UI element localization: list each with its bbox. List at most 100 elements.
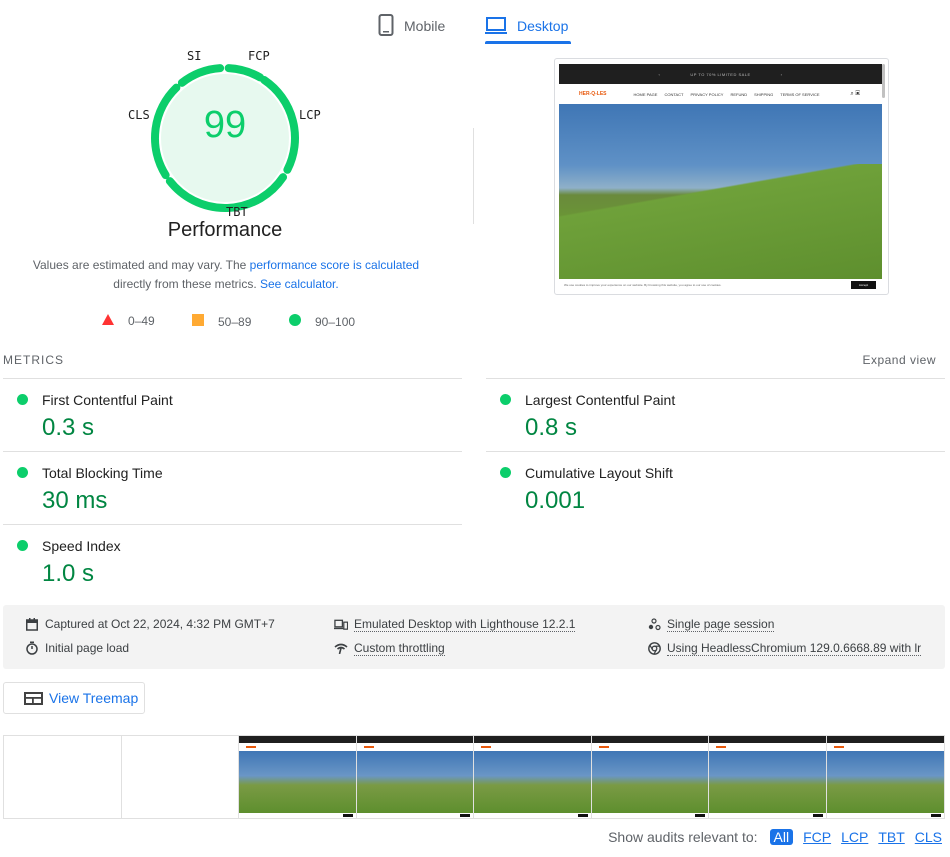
legend-range: 0–49 [128,314,155,328]
divider [473,128,474,224]
score-description: Values are estimated and may vary. The p… [20,256,432,294]
score-calc-link[interactable]: performance score is calculated [250,258,419,272]
captured-at: Captured at Oct 22, 2024, 4:32 PM GMT+7 [25,617,275,631]
gauge-label-lcp: LCP [299,108,321,122]
session-icon [647,618,661,632]
see-calculator-link[interactable]: See calculator. [260,277,339,291]
legend-range: 50–89 [218,314,252,329]
filmstrip-frame [474,736,592,818]
view-treemap-button[interactable]: View Treemap [3,682,145,714]
filter-lcp[interactable]: LCP [841,829,868,845]
filter-tbt[interactable]: TBT [878,829,904,845]
filmstrip-frame [826,736,944,818]
performance-score: 99 [203,104,247,146]
treemap-icon [24,691,43,705]
preview-nav-links: HOME PAGE CONTACT PRIVACY POLICY REFUND SHIP… [634,92,820,97]
tab-mobile-label: Mobile [404,18,446,34]
emulated-device[interactable]: Emulated Desktop with Lighthouse 12.2.1 [334,617,576,632]
description-text: Values are estimated and may vary. The [32,258,250,272]
filter-all[interactable]: All [769,829,794,845]
preview-nav-link: CONTACT [664,91,684,97]
tab-mobile[interactable]: Mobile [378,8,445,44]
preview-nav-link: PRIVACY POLICY [690,91,724,97]
pass-circle-icon [17,467,28,478]
pass-circle-icon [500,394,511,405]
preview-accept: Accept [851,281,876,289]
metric-fcp: First Contentful Paint 0.3 s [3,378,462,451]
browser-text: Using HeadlessChromium 129.0.6668.89 wit… [667,641,922,656]
metric-value: 0.001 [525,487,586,514]
metrics-header: METRICS [3,353,64,367]
captured-text: Captured at Oct 22, 2024, 4:32 PM GMT+7 [45,617,275,631]
runtime-settings: Captured at Oct 22, 2024, 4:32 PM GMT+7 … [3,605,945,669]
timer-icon [25,641,39,655]
audit-filter: Show audits relevant to: All FCP LCP TBT… [608,829,942,845]
laptop-icon [485,16,507,37]
preview-nav: HER-Q-LES HOME PAGE CONTACT PRIVACY POLICY… [559,84,882,104]
metric-name: Total Blocking Time [42,465,163,481]
preview-logo: HER-Q-LES [579,91,607,97]
metric-si: Speed Index 1.0 s [3,524,462,597]
session-type[interactable]: Single page session [647,617,775,632]
metric-tbt: Total Blocking Time 30 ms [3,451,462,524]
legend-average: 50–89 [192,314,251,329]
preview-nav-link: SHIPPING [754,91,774,97]
audit-filter-label: Show audits relevant to: [608,829,758,845]
view-treemap-label: View Treemap [49,690,139,706]
preview-nav-link: TERMS OF SERVICE [780,91,820,97]
expand-view-toggle[interactable]: Expand view [862,353,936,367]
triangle-icon [102,314,114,328]
tab-desktop[interactable]: Desktop [485,8,568,44]
metric-name: Cumulative Layout Shift [525,465,673,481]
filmstrip-frame [4,736,122,818]
final-screenshot[interactable]: ‹ UP TO 70% LIMITED SALE › HER-Q-LES HOME … [554,58,889,295]
metric-value: 0.8 s [525,414,578,441]
square-icon [192,314,204,329]
filmstrip-frame [356,736,474,818]
preview-nav-link: HOME PAGE [633,91,658,97]
metric-name: Speed Index [42,538,121,554]
description-text-2: directly from these metrics. [113,277,260,291]
legend-range: 90–100 [315,314,356,329]
phone-icon [378,13,394,39]
emulated-text: Emulated Desktop with Lighthouse 12.2.1 [354,617,576,632]
metric-value: 0.3 s [42,414,95,441]
filter-cls[interactable]: CLS [915,829,942,845]
active-tab-indicator [485,41,571,44]
metric-value: 30 ms [42,487,108,514]
filmstrip-frame [121,736,239,818]
circle-icon [289,314,301,329]
preview-search-cart-icon: ⌕ ▣ [850,90,860,97]
filter-fcp[interactable]: FCP [803,829,831,845]
initial-load-text: Initial page load [45,641,130,655]
throttling-text: Custom throttling [354,641,445,656]
session-text: Single page session [667,617,775,632]
preview-scrollbar [882,64,885,98]
metric-value: 1.0 s [42,560,95,587]
legend-fail: 0–49 [102,314,155,328]
browser-info[interactable]: Using HeadlessChromium 129.0.6668.89 wit… [647,641,922,656]
pass-circle-icon [500,467,511,478]
initial-page-load: Initial page load [25,641,129,655]
preview-cookie-bar: We use cookies to improve your experienc… [559,279,882,291]
throttling[interactable]: Custom throttling [334,641,445,656]
preview-cookie-text: We use cookies to improve your experienc… [564,283,722,287]
preview-nav-link: REFUND [730,91,748,97]
preview-hero-image [559,104,882,279]
legend-pass: 90–100 [289,314,355,329]
pass-circle-icon [17,394,28,405]
tab-desktop-label: Desktop [517,18,569,34]
gauge-label-tbt: TBT [226,205,248,219]
metric-lcp: Largest Contentful Paint 0.8 s [486,378,945,451]
pass-circle-icon [17,540,28,551]
preview-banner-text: UP TO 70% LIMITED SALE [690,71,751,77]
gauge-label-si: SI [187,49,202,63]
filmstrip-frame [239,736,357,818]
filmstrip-frame [591,736,709,818]
devices-icon [334,618,348,632]
performance-title: Performance [167,219,283,241]
gauge-label-fcp: FCP [248,49,270,63]
metric-cls: Cumulative Layout Shift 0.001 [486,451,945,524]
chrome-icon [647,642,661,656]
gauge-label-cls: CLS [128,108,150,122]
